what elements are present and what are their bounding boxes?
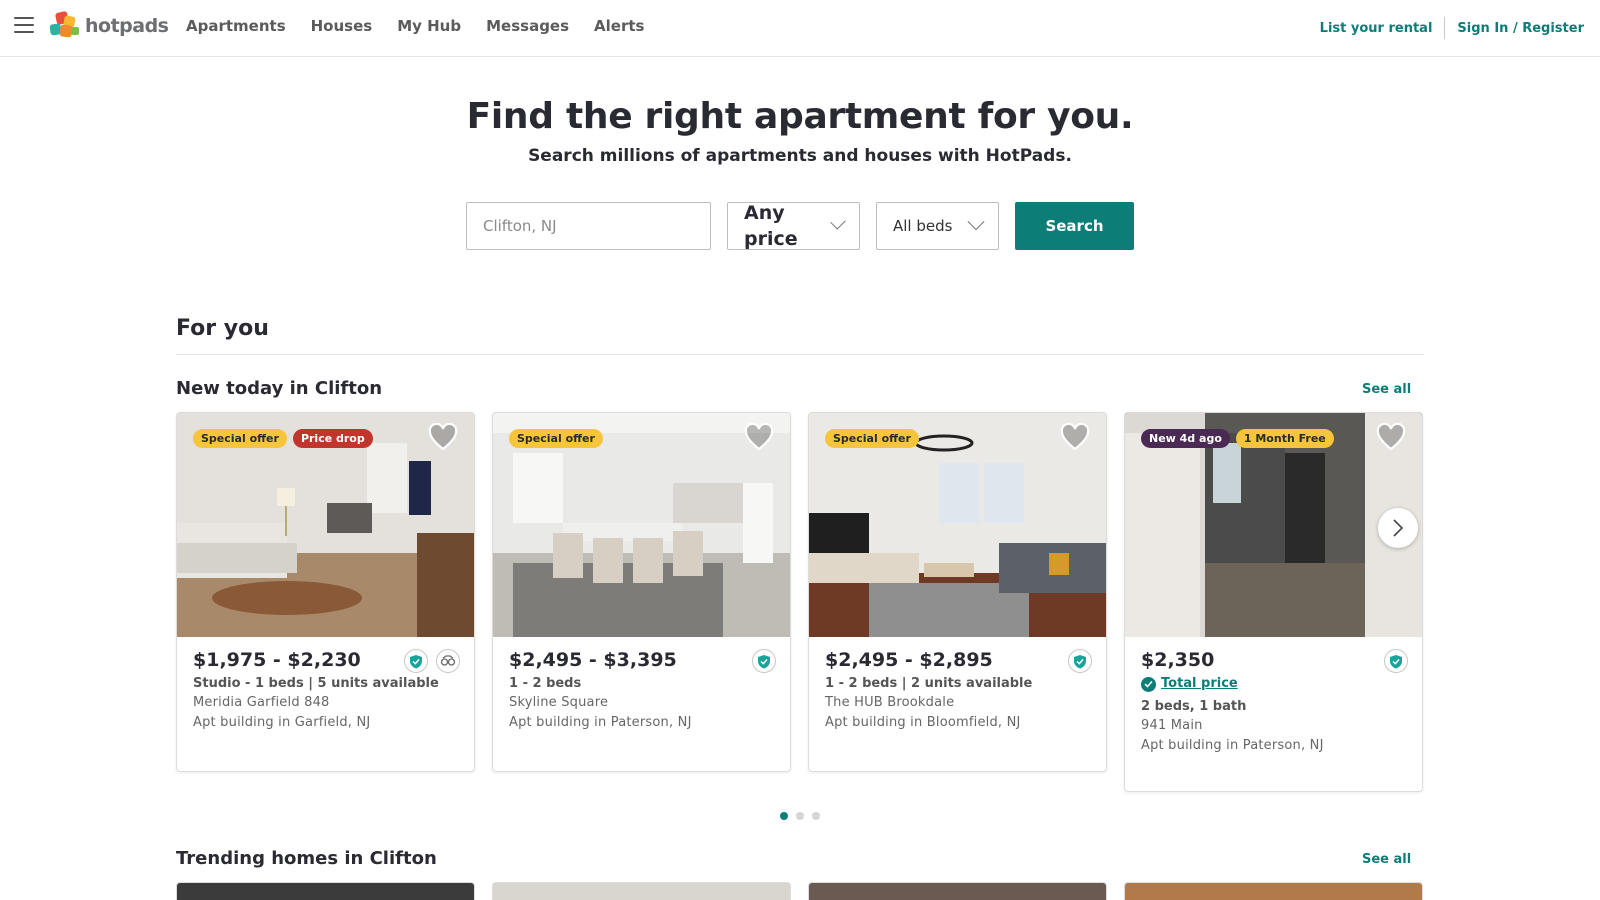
- listing-photo[interactable]: Special offer: [493, 413, 790, 637]
- carousel-pagination: [780, 812, 820, 820]
- carousel-dot[interactable]: [796, 812, 804, 820]
- trending-heading: Trending homes in Clifton: [176, 848, 437, 869]
- badge-group: Special offer: [509, 429, 603, 448]
- special-offer-badge: Special offer: [193, 429, 287, 448]
- new-today-heading: New today in Clifton: [176, 378, 383, 399]
- listing-name: 941 Main: [1141, 718, 1203, 733]
- for-you-heading: For you: [176, 316, 269, 341]
- listing-beds: Studio - 1 beds | 5 units available: [193, 676, 439, 691]
- search-bar: Any price All beds Search: [466, 202, 1134, 250]
- header-actions: List your rental Sign In / Register: [1320, 17, 1584, 39]
- listing-name: Skyline Square: [509, 695, 609, 710]
- verified-shield-icon: [404, 649, 428, 673]
- price-drop-badge: Price drop: [292, 429, 373, 448]
- total-price-link[interactable]: Total price: [1141, 674, 1406, 694]
- see-all-new-today-link[interactable]: See all: [1362, 382, 1411, 397]
- listing-location: Apt building in Paterson, NJ: [509, 715, 692, 730]
- video-tour-icon: [436, 649, 460, 673]
- listing-name: Meridia Garfield 848: [193, 695, 330, 710]
- price-dropdown[interactable]: Any price: [727, 202, 860, 250]
- chevron-right-icon: [1393, 519, 1404, 537]
- special-offer-badge: Special offer: [509, 429, 603, 448]
- carousel-next-button[interactable]: [1378, 508, 1418, 548]
- trending-listing-card[interactable]: [808, 882, 1107, 900]
- month-free-badge: 1 Month Free: [1235, 429, 1334, 448]
- listing-name: The HUB Brookdale: [825, 695, 955, 710]
- search-button[interactable]: Search: [1015, 202, 1134, 250]
- listing-photo[interactable]: Special offer Price drop: [177, 413, 474, 637]
- listing-beds: 1 - 2 beds | 2 units available: [825, 676, 1033, 691]
- trending-listing-card[interactable]: [176, 882, 475, 900]
- favorite-heart-icon[interactable]: [1060, 423, 1090, 451]
- verified-shield-icon: [752, 649, 776, 673]
- carousel-dot[interactable]: [780, 812, 788, 820]
- list-rental-link[interactable]: List your rental: [1320, 21, 1433, 36]
- chevron-down-icon: [967, 213, 985, 231]
- total-price-label: Total price: [1161, 676, 1238, 691]
- listing-location: Apt building in Garfield, NJ: [193, 715, 371, 730]
- listing-beds: 2 beds, 1 bath: [1141, 699, 1247, 714]
- new-listing-badge: New 4d ago: [1141, 429, 1230, 448]
- section-divider: [176, 354, 1424, 355]
- hotpads-logo-mark: [49, 11, 79, 38]
- listing-details: $2,350 Total price 2 beds, 1 bath 941 Ma…: [1125, 637, 1422, 770]
- badge-group: Special offer: [825, 429, 919, 448]
- listing-card[interactable]: Special offer $2,495 - $2,895 1 - 2 beds…: [808, 412, 1107, 772]
- verified-shield-icon: [1384, 649, 1408, 673]
- listing-price: $2,495 - $2,895: [825, 649, 993, 671]
- nav-houses[interactable]: Houses: [311, 17, 373, 35]
- trending-listing-card[interactable]: [492, 882, 791, 900]
- listing-details: $2,495 - $3,395 1 - 2 beds Skyline Squar…: [493, 637, 790, 747]
- price-dropdown-label: Any price: [744, 202, 798, 250]
- badge-group: New 4d ago 1 Month Free: [1141, 429, 1334, 448]
- nav-alerts[interactable]: Alerts: [594, 17, 644, 35]
- listing-card[interactable]: Special offer $2,495 - $3,395 1 - 2 beds…: [492, 412, 791, 772]
- badge-group: Special offer Price drop: [193, 429, 373, 448]
- hero-title: Find the right apartment for you.: [466, 96, 1134, 137]
- location-search-input[interactable]: [466, 202, 711, 250]
- main-nav: Apartments Houses My Hub Messages Alerts: [186, 17, 669, 35]
- listing-details: $2,495 - $2,895 1 - 2 beds | 2 units ava…: [809, 637, 1106, 747]
- listing-details: $1,975 - $2,230 Studio - 1 beds | 5 unit…: [177, 637, 474, 747]
- menu-icon[interactable]: [14, 17, 34, 33]
- carousel-dot[interactable]: [812, 812, 820, 820]
- listing-beds: 1 - 2 beds: [509, 676, 582, 691]
- see-all-trending-link[interactable]: See all: [1362, 852, 1411, 867]
- trending-listing-card[interactable]: [1124, 882, 1423, 900]
- listing-price: $2,350: [1141, 649, 1215, 671]
- header-divider: [1444, 17, 1446, 39]
- hotpads-logo[interactable]: hotpads: [47, 10, 169, 42]
- listing-location: Apt building in Paterson, NJ: [1141, 738, 1324, 753]
- chevron-down-icon: [830, 214, 846, 230]
- beds-dropdown-label: All beds: [893, 217, 953, 235]
- check-circle-icon: [1141, 676, 1156, 692]
- nav-apartments[interactable]: Apartments: [186, 17, 286, 35]
- hero-subtitle: Search millions of apartments and houses…: [528, 146, 1072, 166]
- verified-shield-icon: [1068, 649, 1092, 673]
- nav-my-hub[interactable]: My Hub: [397, 17, 461, 35]
- listing-location: Apt building in Bloomfield, NJ: [825, 715, 1021, 730]
- favorite-heart-icon[interactable]: [1376, 423, 1406, 451]
- listing-card[interactable]: Special offer Price drop $1,975 - $2,230…: [176, 412, 475, 772]
- listing-price: $2,495 - $3,395: [509, 649, 677, 671]
- nav-messages[interactable]: Messages: [486, 17, 569, 35]
- listing-photo[interactable]: Special offer: [809, 413, 1106, 637]
- sign-in-link[interactable]: Sign In / Register: [1457, 21, 1584, 36]
- top-navigation-bar: hotpads Apartments Houses My Hub Message…: [0, 0, 1600, 57]
- special-offer-badge: Special offer: [825, 429, 919, 448]
- listing-card[interactable]: New 4d ago 1 Month Free $2,350 Total pri…: [1124, 412, 1423, 792]
- favorite-heart-icon[interactable]: [744, 423, 774, 451]
- beds-dropdown[interactable]: All beds: [876, 202, 999, 250]
- favorite-heart-icon[interactable]: [428, 423, 458, 451]
- logo-wordmark: hotpads: [85, 15, 169, 37]
